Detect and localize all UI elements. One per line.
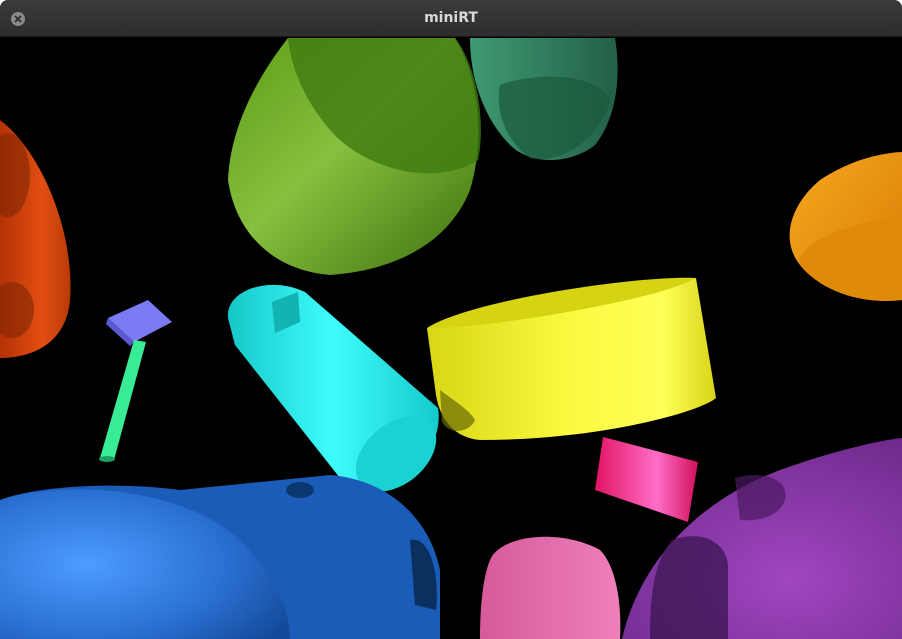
yellow-cylinder	[427, 277, 716, 440]
window-title: miniRT	[424, 10, 478, 26]
amber-cylinder	[789, 152, 902, 301]
render-canvas	[0, 37, 902, 639]
magenta-cylinder	[595, 437, 698, 522]
cyan-cylinder	[227, 284, 439, 497]
pink-cylinder	[480, 536, 621, 639]
green-cylinder	[228, 38, 481, 275]
blue-cylinder	[0, 475, 440, 639]
purple-blue-disc	[106, 300, 172, 346]
title-bar[interactable]: miniRT	[0, 0, 902, 37]
app-window: miniRT	[0, 0, 902, 639]
mint-green-rod	[99, 340, 146, 462]
teal-cylinder	[470, 38, 618, 160]
orange-cylinder	[0, 120, 71, 358]
